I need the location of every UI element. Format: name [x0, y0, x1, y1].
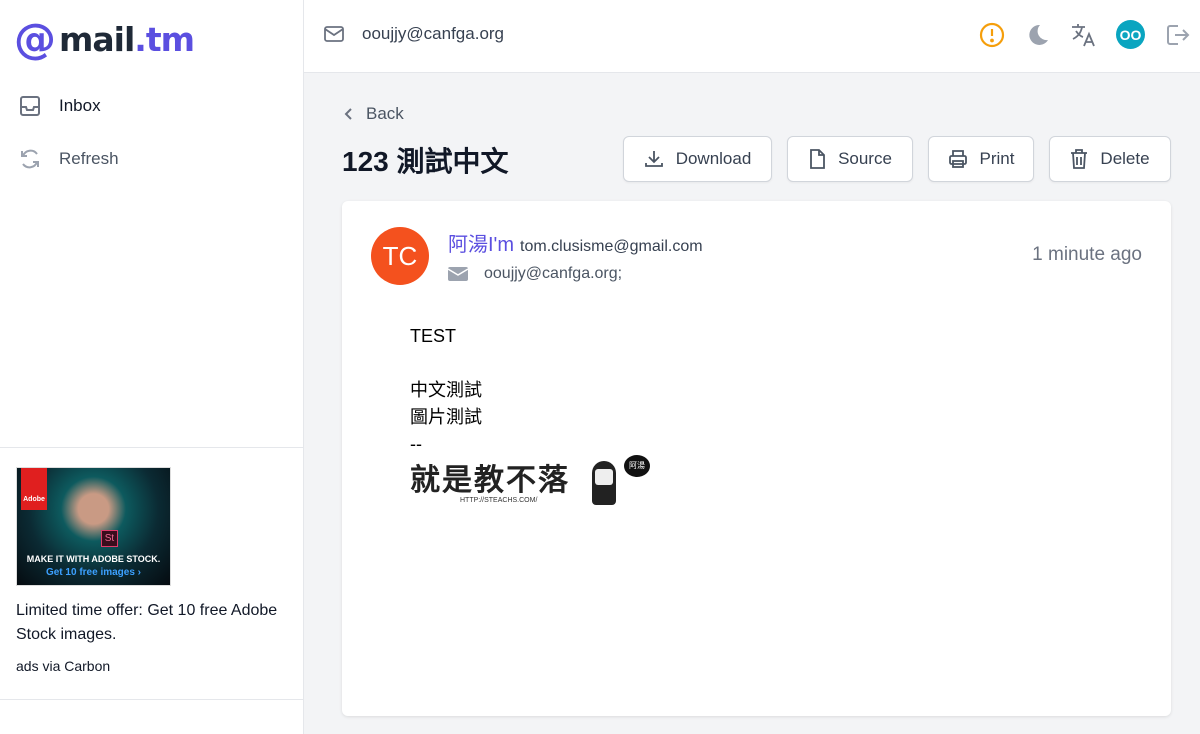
- print-label: Print: [979, 149, 1015, 168]
- speech-bubble: 阿湯: [624, 455, 650, 477]
- stock-badge: St: [101, 530, 118, 547]
- sender-avatar: TC: [371, 227, 429, 285]
- chevron-left-icon: [344, 108, 352, 120]
- sidebar-item-inbox[interactable]: Inbox: [18, 94, 101, 118]
- refresh-icon: [21, 149, 39, 169]
- sender-email: tom.clusisme@gmail.com: [520, 238, 703, 255]
- signature-title: 就是教不落: [410, 464, 570, 497]
- address-text: ooujjy@canfga.org: [362, 24, 505, 43]
- received-time: 1 minute ago: [1032, 244, 1142, 265]
- message-body: TEST 中文測試 圖片測試 --: [410, 323, 482, 458]
- warning-icon[interactable]: [979, 22, 1005, 48]
- printer-icon: [948, 150, 967, 168]
- ad-image-headline: MAKE IT WITH ADOBE STOCK.: [26, 554, 161, 564]
- sender-name: 阿湯I'm: [448, 234, 515, 256]
- download-button[interactable]: Download: [623, 136, 772, 182]
- source-label: Source: [838, 149, 892, 168]
- logo-mail: mail: [59, 19, 135, 59]
- mail-icon: [324, 26, 344, 42]
- body-line: --: [410, 434, 422, 454]
- logo-tm: .tm: [134, 19, 195, 59]
- sender: 阿湯I'm tom.clusisme@gmail.com: [448, 228, 703, 257]
- current-address[interactable]: ooujjy@canfga.org: [324, 24, 504, 44]
- download-label: Download: [675, 149, 752, 168]
- body-blank-line: [410, 350, 482, 377]
- sidebar-item-refresh[interactable]: Refresh: [18, 147, 119, 171]
- divider: [0, 447, 303, 448]
- mail-icon: [448, 267, 468, 281]
- trash-icon: [1071, 149, 1088, 169]
- print-button[interactable]: Print: [928, 136, 1034, 182]
- translate-icon[interactable]: [1069, 21, 1097, 49]
- logout-icon[interactable]: [1164, 22, 1190, 48]
- body-line: 圖片測試: [410, 407, 482, 427]
- sidebar-item-label: Inbox: [59, 96, 101, 115]
- ad-via-link[interactable]: ads via Carbon: [16, 658, 110, 674]
- signature-url: HTTP://STEACHS.COM/: [460, 497, 538, 504]
- recipient: ooujjy@canfga.org;: [448, 265, 622, 283]
- document-icon: [810, 149, 825, 169]
- top-header: ooujjy@canfga.org OO: [304, 0, 1200, 73]
- ad-image[interactable]: Adobe St MAKE IT WITH ADOBE STOCK. Get 1…: [16, 467, 171, 586]
- source-button[interactable]: Source: [787, 136, 913, 182]
- message-subject: 123 測試中文: [342, 146, 509, 177]
- sidebar: @ mail .tm Inbox Refresh Adobe St MAKE IT …: [0, 0, 304, 734]
- recipient-email: ooujjy@canfga.org;: [484, 265, 623, 282]
- sidebar-item-label: Refresh: [59, 149, 119, 168]
- delete-button[interactable]: Delete: [1049, 136, 1171, 182]
- dark-mode-moon-icon[interactable]: [1024, 22, 1050, 48]
- user-avatar[interactable]: OO: [1116, 20, 1145, 49]
- ad-image-cta: Get 10 free images ›: [45, 567, 142, 578]
- back-label: Back: [366, 104, 404, 123]
- logo-at: @: [14, 14, 56, 63]
- adobe-logo: Adobe: [21, 468, 47, 510]
- signature-image: 就是教不落 HTTP://STEACHS.COM/ 阿湯: [410, 455, 655, 511]
- ad-text[interactable]: Limited time offer: Get 10 free Adobe St…: [16, 599, 286, 647]
- body-line: 中文測試: [410, 380, 482, 400]
- back-link[interactable]: Back: [344, 104, 404, 124]
- download-icon: [644, 151, 663, 167]
- logo[interactable]: @ mail .tm: [14, 14, 195, 63]
- divider: [0, 699, 303, 700]
- delete-label: Delete: [1100, 149, 1150, 168]
- body-line: TEST: [410, 326, 457, 346]
- cartoon-face-icon: [592, 461, 616, 505]
- inbox-icon: [20, 96, 40, 116]
- message-card: TC 阿湯I'm tom.clusisme@gmail.com ooujjy@c…: [342, 201, 1171, 716]
